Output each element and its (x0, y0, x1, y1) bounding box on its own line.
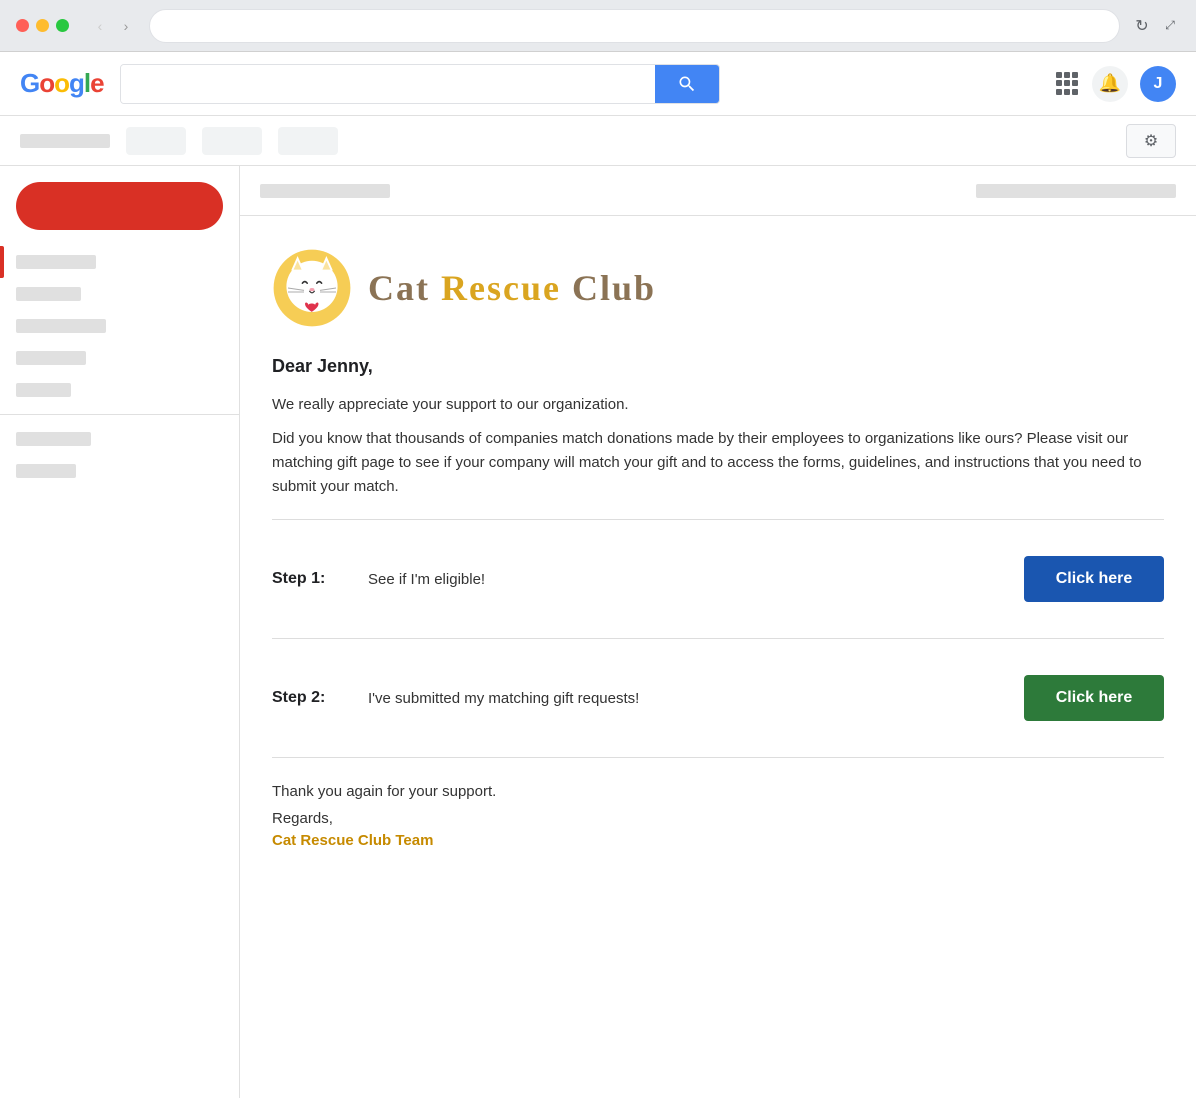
apps-icon[interactable] (1056, 72, 1080, 96)
sidebar-item-7[interactable] (0, 455, 239, 487)
sidebar-label-6 (16, 432, 91, 446)
step-1-button[interactable]: Click here (1024, 556, 1164, 602)
traffic-lights (16, 19, 69, 32)
nav-arrows: ‹ › (89, 15, 137, 37)
header-icons: 🔔 J (1056, 66, 1176, 102)
sidebar-item-6[interactable] (0, 423, 239, 455)
gmail-tab-1[interactable] (126, 127, 186, 155)
gmail-body: Cat Rescue Club Dear Jenny, We really ap… (0, 166, 1196, 1098)
gmail-tab-2[interactable] (202, 127, 262, 155)
sidebar-item-4[interactable] (0, 342, 239, 374)
minimize-button[interactable] (36, 19, 49, 32)
google-logo: Google (20, 68, 104, 99)
cat-rescue-logo (272, 248, 352, 328)
close-button[interactable] (16, 19, 29, 32)
sidebar-label-4 (16, 351, 86, 365)
avatar[interactable]: J (1140, 66, 1176, 102)
search-button[interactable] (655, 65, 719, 103)
back-button[interactable]: ‹ (89, 15, 111, 37)
signature: Cat Rescue Club Team (272, 832, 1164, 849)
sidebar (0, 166, 240, 1098)
browser-chrome: ‹ › ↻ ⤢ Google (0, 0, 1196, 1098)
browser-actions: ↻ ⤢ (1132, 16, 1180, 36)
email-para-2: Did you know that thousands of companies… (272, 427, 1164, 499)
email-panel: Cat Rescue Club Dear Jenny, We really ap… (240, 166, 1196, 1098)
sidebar-label-7 (16, 464, 76, 478)
email-header-right (976, 184, 1176, 198)
divider-3 (272, 757, 1164, 758)
email-para-1: We really appreciate your support to our… (272, 393, 1164, 417)
step-1-row: Step 1: See if I'm eligible! Click here (272, 540, 1164, 618)
email-list-header (240, 166, 1196, 216)
step-2-button[interactable]: Click here (1024, 675, 1164, 721)
gmail-menu (20, 134, 110, 148)
sidebar-divider (0, 414, 239, 415)
step-1-desc: See if I'm eligible! (368, 571, 1008, 588)
compose-button[interactable] (16, 182, 223, 230)
sidebar-label-3 (16, 319, 106, 333)
address-bar[interactable] (149, 9, 1120, 43)
reload-icon[interactable]: ↻ (1132, 16, 1152, 36)
step-2-label: Step 2: (272, 689, 352, 707)
google-header: Google 🔔 J (0, 52, 1196, 116)
email-footer: Thank you again for your support. Regard… (272, 778, 1164, 849)
browser-titlebar: ‹ › ↻ ⤢ (0, 0, 1196, 52)
search-input[interactable] (121, 65, 655, 103)
divider-2 (272, 638, 1164, 639)
notifications-icon[interactable]: 🔔 (1092, 66, 1128, 102)
forward-button[interactable]: › (115, 15, 137, 37)
fullscreen-button[interactable] (56, 19, 69, 32)
sidebar-label-5 (16, 383, 71, 397)
email-header-left (260, 184, 390, 198)
closing-line-2: Regards, (272, 805, 1164, 832)
divider-1 (272, 519, 1164, 520)
sidebar-item-1[interactable] (0, 246, 239, 278)
step-1-label: Step 1: (272, 570, 352, 588)
email-greeting: Dear Jenny, (272, 356, 1164, 377)
step-2-desc: I've submitted my matching gift requests… (368, 690, 1008, 707)
org-name: Cat Rescue Club (368, 267, 656, 309)
sidebar-item-3[interactable] (0, 310, 239, 342)
email-content: Cat Rescue Club Dear Jenny, We really ap… (240, 216, 1196, 1098)
sidebar-label-1 (16, 255, 96, 269)
email-logo-area: Cat Rescue Club (272, 248, 1164, 328)
expand-icon[interactable]: ⤢ (1160, 16, 1180, 36)
sidebar-item-5[interactable] (0, 374, 239, 406)
sidebar-item-2[interactable] (0, 278, 239, 310)
search-bar[interactable] (120, 64, 720, 104)
gmail-tab-3[interactable] (278, 127, 338, 155)
step-2-row: Step 2: I've submitted my matching gift … (272, 659, 1164, 737)
settings-button[interactable]: ⚙ (1126, 124, 1176, 158)
closing-line-1: Thank you again for your support. (272, 778, 1164, 805)
sidebar-label-2 (16, 287, 81, 301)
gmail-toolbar: ⚙ (0, 116, 1196, 166)
